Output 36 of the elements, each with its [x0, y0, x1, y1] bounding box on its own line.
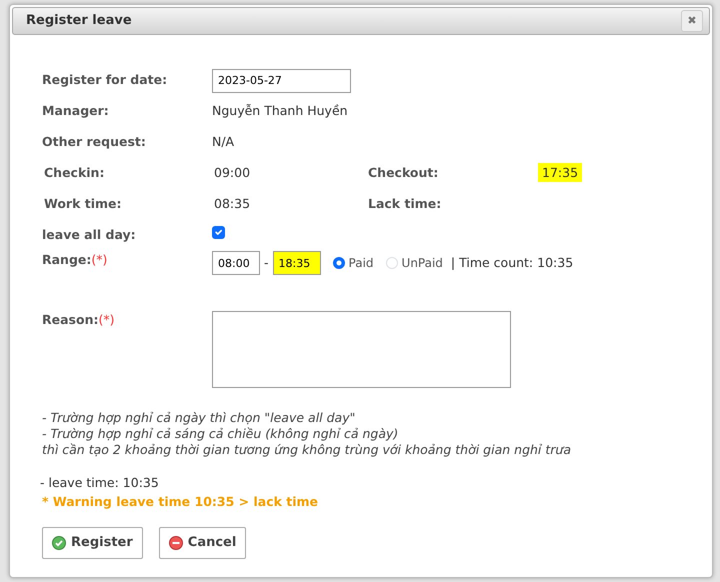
leave-time-text: - leave time: 10:35 — [40, 474, 160, 492]
field-label: Reason:(*) — [42, 311, 116, 329]
field-label: Register for date: — [42, 71, 168, 90]
radio-button[interactable] — [332, 257, 345, 269]
checkbox[interactable] — [212, 226, 224, 239]
field-label: Lack time: — [368, 195, 442, 214]
field-label: Manager: — [42, 102, 110, 120]
field-value: N/A — [212, 133, 236, 152]
warning-text: * Warning leave time 10:35 > lack time — [42, 492, 320, 511]
note-text: - Trường hợp nghỉ cả sáng cả chiều (không nghỉ cả ngày) — [42, 426, 400, 442]
time-field[interactable]: 18:35 — [272, 251, 321, 275]
check-icon — [52, 536, 66, 550]
dialog-title: Register leave — [26, 12, 132, 30]
note-text: thì cần tạo 2 khoảng thời gian tương ứng không trùng với khoảng thời gian nghỉ trưa — [42, 442, 572, 458]
radio-label: UnPaid — [402, 255, 443, 272]
minus-icon — [168, 536, 183, 550]
field-value: 17:35 — [538, 163, 582, 182]
cancel-button[interactable]: Cancel — [158, 527, 246, 559]
field-value: 08:35 — [214, 195, 252, 214]
field-value: 09:00 — [214, 164, 252, 182]
field-label: leave all day: — [42, 226, 137, 244]
time-count: | Time count: 10:35 — [450, 254, 574, 272]
radio-label: Paid — [348, 255, 374, 272]
reason-field[interactable] — [212, 311, 511, 388]
close-button[interactable]: ✖ — [681, 10, 703, 32]
note-text: - Trường hợp nghỉ cả ngày thì chọn "leave all day" — [42, 410, 356, 426]
time-field[interactable]: 08:00 — [212, 251, 260, 275]
field-label: Work time: — [44, 195, 123, 214]
field-label: Other request: — [42, 133, 147, 152]
date-field[interactable]: 2023-05-27 — [212, 68, 351, 92]
field-label: Range:(*) — [42, 251, 108, 269]
range-separator: - — [264, 254, 269, 272]
field-label: Checkout: — [368, 164, 440, 182]
field-value: Nguyễn Thanh Huyền — [212, 102, 349, 120]
field-label: Checkin: — [44, 164, 106, 182]
register-button[interactable]: Register — [42, 527, 143, 559]
